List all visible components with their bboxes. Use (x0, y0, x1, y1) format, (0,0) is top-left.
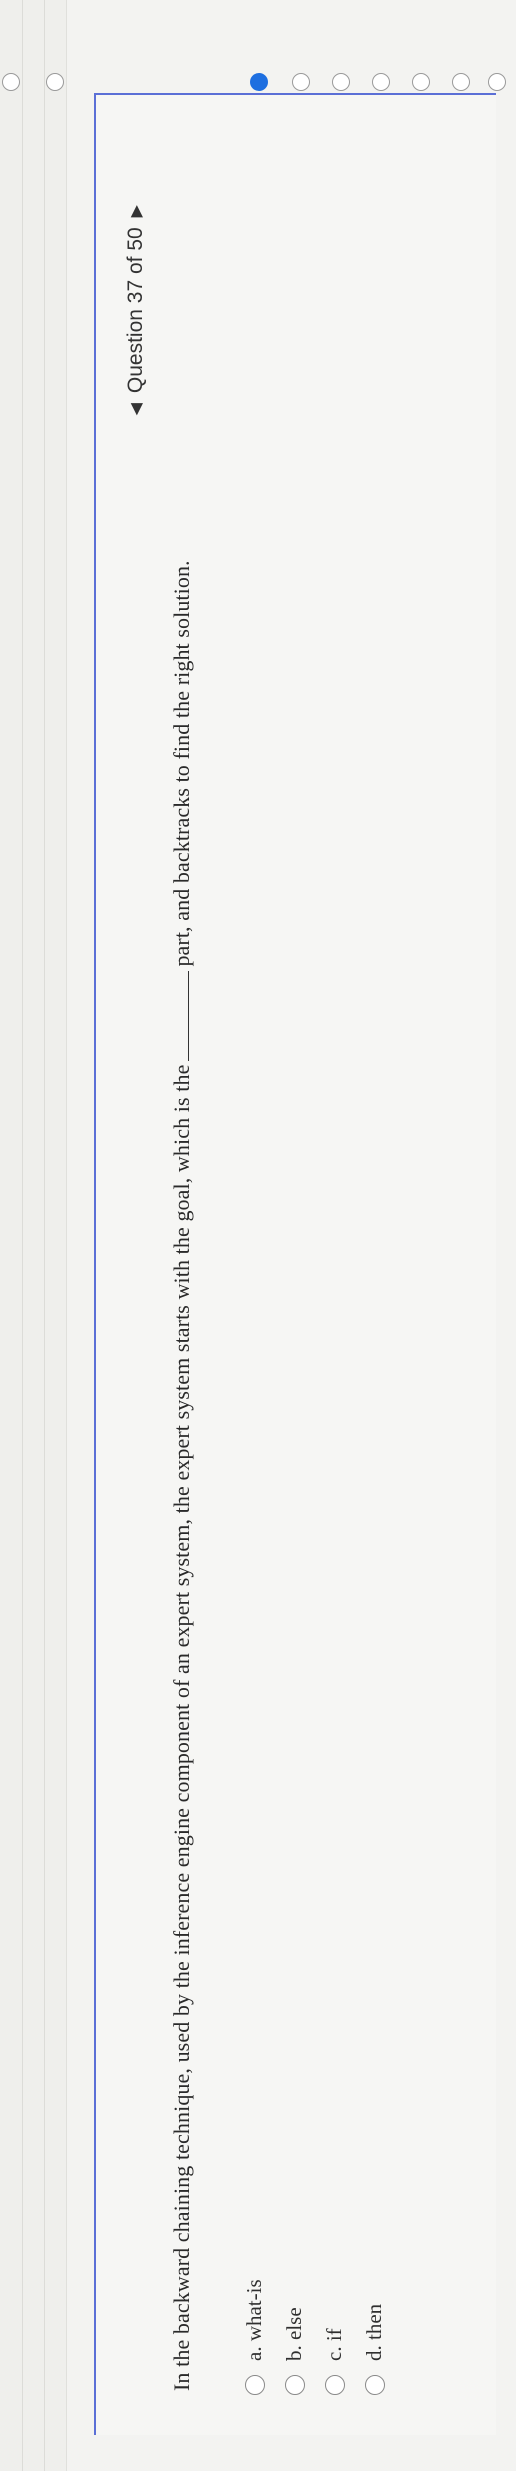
option-c[interactable]: c. if (322, 2328, 347, 2395)
option-c-label: c. if (322, 2328, 346, 2361)
question-progress: Question 37 of 50 (124, 227, 147, 394)
option-b-radio[interactable] (284, 2375, 305, 2395)
option-a[interactable]: a. what-is (242, 2279, 267, 2395)
strip-divider (44, 0, 45, 2471)
strip-radio[interactable] (46, 73, 64, 91)
question-text-after: part, and backtracks to find the right s… (169, 560, 194, 967)
question-radio[interactable] (332, 73, 350, 91)
question-text-before: In the backward chaining technique, used… (169, 1064, 194, 2391)
option-a-radio[interactable] (244, 2375, 265, 2395)
option-c-radio[interactable] (324, 2375, 345, 2395)
question-radio[interactable] (412, 73, 430, 91)
option-b-label: b. else (282, 2307, 306, 2361)
option-d[interactable]: d. then (362, 2304, 387, 2395)
prev-question-icon[interactable]: ◀ (126, 403, 146, 415)
option-a-label: a. what-is (242, 2279, 266, 2361)
option-d-label: d. then (362, 2303, 386, 2361)
question-radio[interactable] (372, 73, 390, 91)
option-b[interactable]: b. else (282, 2307, 307, 2395)
radio-column (70, 66, 510, 96)
current-question-radio[interactable] (250, 73, 268, 91)
question-nav: ◀ Question 37 of 50 ▶ (124, 205, 148, 415)
strip-divider (22, 0, 23, 2471)
quiz-page: ◀ Question 37 of 50 ▶ In the backward ch… (0, 0, 516, 2471)
question-radio[interactable] (452, 73, 470, 91)
question-radio[interactable] (292, 73, 310, 91)
option-d-radio[interactable] (364, 2375, 385, 2395)
next-question-icon[interactable]: ▶ (126, 205, 146, 217)
question-radio[interactable] (488, 73, 506, 91)
question-card: ◀ Question 37 of 50 ▶ In the backward ch… (94, 93, 496, 2435)
strip-radio[interactable] (2, 73, 20, 91)
answer-blank (172, 970, 189, 1061)
question-list-strip (0, 0, 67, 2471)
question-prompt: In the backward chaining technique, used… (166, 171, 198, 2391)
